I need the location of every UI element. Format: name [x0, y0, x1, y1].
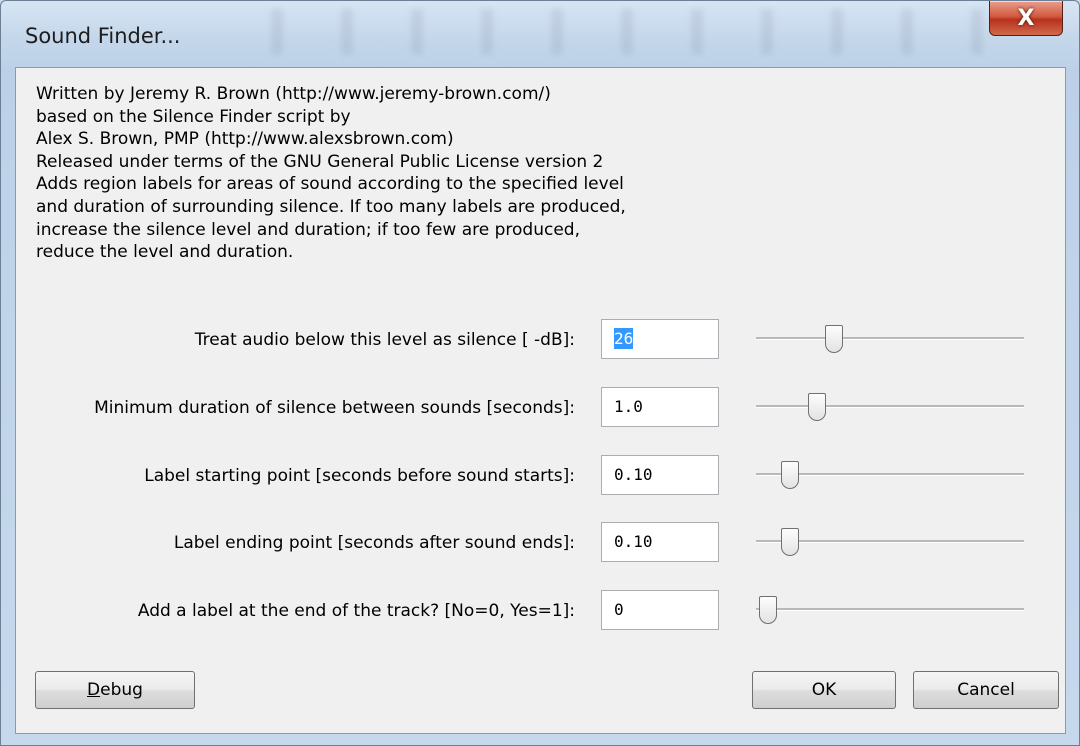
dialog-body: Written by Jeremy R. Brown (http://www.j… [15, 67, 1066, 734]
slider-thumb[interactable] [759, 596, 777, 624]
label-end-input[interactable]: 0.10 [601, 522, 719, 562]
title-bar-glass [231, 9, 991, 55]
min-silence-duration-input[interactable]: 1.0 [601, 387, 719, 427]
description-line: based on the Silence Finder script by [36, 106, 351, 127]
slider-track [756, 337, 1024, 340]
debug-button[interactable]: Debug [35, 671, 195, 709]
description-line: Adds region labels for areas of sound ac… [36, 174, 624, 195]
selected-text: 26 [614, 328, 634, 349]
description-line: and duration of surrounding silence. If … [36, 196, 626, 217]
label-end-slider[interactable] [756, 522, 1024, 562]
cancel-button[interactable]: Cancel [913, 671, 1059, 709]
ok-button[interactable]: OK [752, 671, 896, 709]
description-line: increase the silence level and duration;… [36, 219, 580, 240]
description-line: Alex S. Brown, PMP (http://www.alexsbrow… [36, 129, 454, 150]
slider-thumb[interactable] [807, 393, 826, 421]
silence-level-label: Treat audio below this level as silence … [194, 330, 575, 350]
silence-level-input[interactable]: 26 [601, 319, 719, 359]
silence-level-slider[interactable] [756, 319, 1024, 359]
slider-track [756, 405, 1024, 408]
label-end-label: Label ending point [seconds after sound … [173, 533, 575, 553]
window-title: Sound Finder... [25, 24, 181, 48]
label-start-label: Label starting point [seconds before sou… [144, 466, 575, 486]
slider-thumb[interactable] [780, 528, 799, 556]
end-of-track-input[interactable]: 0 [601, 590, 719, 630]
min-silence-duration-slider[interactable] [756, 387, 1024, 427]
slider-thumb[interactable] [780, 461, 799, 489]
debug-label: ebug [100, 680, 143, 700]
label-start-slider[interactable] [756, 455, 1024, 495]
close-icon: X [1017, 5, 1035, 31]
title-bar[interactable]: Sound Finder... X [1, 1, 1079, 67]
label-start-input[interactable]: 0.10 [601, 455, 719, 495]
slider-track [756, 608, 1024, 611]
close-button[interactable]: X [989, 1, 1063, 36]
description-line: reduce the level and duration. [36, 242, 294, 263]
end-of-track-slider[interactable] [756, 590, 1024, 630]
description-text: Written by Jeremy R. Brown (http://www.j… [36, 83, 626, 264]
end-of-track-label: Add a label at the end of the track? [No… [137, 601, 575, 621]
description-line: Released under terms of the GNU General … [36, 151, 604, 172]
description-line: Written by Jeremy R. Brown (http://www.j… [36, 84, 551, 104]
min-silence-duration-label: Minimum duration of silence between soun… [94, 398, 575, 418]
slider-thumb[interactable] [824, 325, 843, 353]
sound-finder-dialog: Sound Finder... X Written by Jeremy R. B… [0, 0, 1080, 746]
debug-mnemonic: D [87, 680, 101, 700]
